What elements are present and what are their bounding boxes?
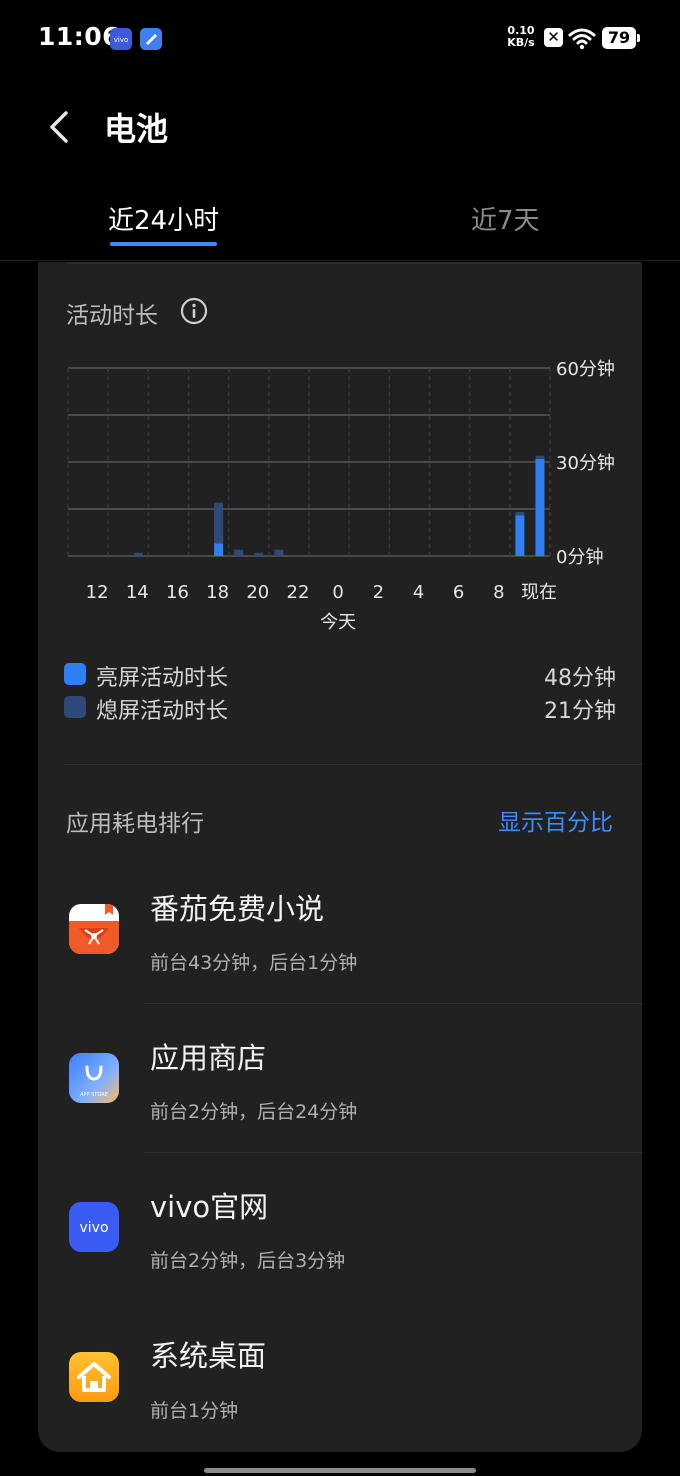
svg-text:APP STORE: APP STORE xyxy=(80,1092,108,1098)
bar-screen-on xyxy=(214,543,224,556)
status-time: 11:06 xyxy=(38,22,121,51)
y-tick-label: 60分钟 xyxy=(556,359,615,380)
x-tick-label: 0 xyxy=(332,582,343,603)
x-tick-label: 4 xyxy=(413,582,424,603)
x-tick-label: 6 xyxy=(453,582,464,603)
legend-value-screen-on: 48分钟 xyxy=(544,666,616,691)
x-tick-label: 14 xyxy=(126,582,149,603)
legend-swatch-screen-off xyxy=(64,696,86,718)
app-usage: 前台2分钟，后台24分钟 xyxy=(150,1101,358,1123)
vivo-official-icon: vivo xyxy=(69,1202,119,1252)
legend-label-screen-off: 熄屏活动时长 xyxy=(96,699,229,724)
tab-7-days[interactable]: 近7天 xyxy=(471,200,540,237)
bar-screen-on xyxy=(535,458,545,556)
x-icon: ✕ xyxy=(544,28,563,47)
activity-chart: 60分钟 30分钟 0分钟 12 14 16 18 20 22 0 2 4 6 8 现在今天 xyxy=(67,359,615,633)
app-store-icon: APP STORE xyxy=(69,1053,119,1103)
activity-title: 活动时长 xyxy=(66,303,158,329)
back-button[interactable] xyxy=(44,108,84,148)
bar-screen-off xyxy=(234,549,244,556)
home-launcher-icon xyxy=(69,1352,119,1402)
app-row-tomato-novel[interactable] xyxy=(38,855,642,1003)
legend-swatch-screen-on xyxy=(64,663,86,685)
info-icon[interactable] xyxy=(180,297,208,325)
bar-screen-off xyxy=(254,552,264,556)
vivo-app-icon: vivo xyxy=(110,28,132,50)
app-row-launcher[interactable] xyxy=(38,1302,642,1450)
chevron-left-icon xyxy=(50,111,68,143)
tomato-novel-icon xyxy=(69,904,119,954)
bar-screen-off xyxy=(133,552,143,556)
bar-screen-off xyxy=(214,502,224,544)
app-name: 系统桌面 xyxy=(150,1339,267,1373)
legend-label-screen-on: 亮屏活动时长 xyxy=(96,666,229,691)
app-name: vivo官网 xyxy=(150,1190,269,1224)
x-tick-label: 现在 xyxy=(521,582,557,603)
legend-value-screen-off: 21分钟 xyxy=(544,699,616,724)
svg-text:vivo: vivo xyxy=(114,36,129,44)
bar-screen-off xyxy=(274,549,284,556)
x-tick-label: 20 xyxy=(246,582,269,603)
network-speed: 0.10 KB/s xyxy=(507,24,535,49)
y-tick-label: 30分钟 xyxy=(556,453,615,474)
y-tick-label: 0分钟 xyxy=(556,547,603,568)
active-tab-indicator xyxy=(110,242,217,246)
home-indicator[interactable] xyxy=(204,1468,476,1473)
app-usage: 前台43分钟，后台1分钟 xyxy=(150,952,358,974)
x-tick-label: 12 xyxy=(86,582,109,603)
blue-app-icon xyxy=(140,28,162,50)
app-usage: 前台2分钟，后台3分钟 xyxy=(150,1250,346,1272)
x-tick-label: 22 xyxy=(287,582,310,603)
ranking-title: 应用耗电排行 xyxy=(66,811,204,837)
app-name: 应用商店 xyxy=(150,1041,267,1075)
x-tick-label: 18 xyxy=(206,582,229,603)
app-name: 番茄免费小说 xyxy=(150,892,325,926)
battery-icon: 79 xyxy=(602,27,640,49)
app-row-vivo-official[interactable] xyxy=(38,1153,642,1301)
svg-text:vivo: vivo xyxy=(79,1220,108,1236)
x-tick-label: 16 xyxy=(166,582,189,603)
app-row-app-store[interactable] xyxy=(38,1004,642,1152)
x-tick-label: 8 xyxy=(493,582,504,603)
app-usage: 前台1分钟 xyxy=(150,1400,239,1422)
card-top-divider xyxy=(66,262,640,264)
wifi-icon xyxy=(568,26,596,54)
section-divider xyxy=(64,764,642,765)
show-percentage-button[interactable]: 显示百分比 xyxy=(498,803,613,837)
bar-screen-on xyxy=(515,515,525,556)
header-divider xyxy=(0,260,680,261)
bar-screen-off xyxy=(515,512,525,516)
tab-24-hours[interactable]: 近24小时 xyxy=(108,200,219,237)
bar-screen-off xyxy=(535,455,545,459)
x-tick-label: 2 xyxy=(373,582,384,603)
x-sublabel: 今天 xyxy=(320,612,356,633)
page-title: 电池 xyxy=(104,110,169,148)
